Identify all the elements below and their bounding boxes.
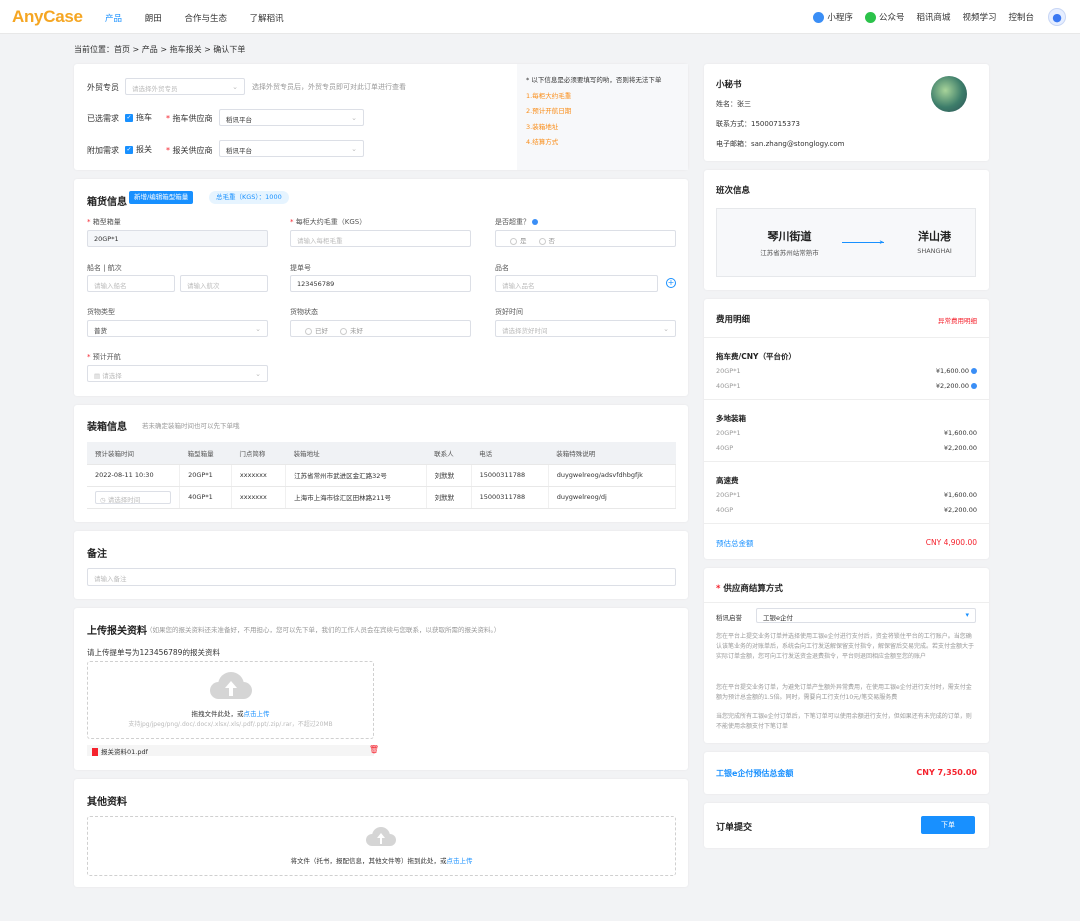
logo[interactable]: AnyCase xyxy=(12,7,83,27)
ship-name-input[interactable]: 请输入船名 xyxy=(87,275,175,292)
mall-link[interactable]: 稻讯商城 xyxy=(916,11,950,23)
remark-textarea[interactable]: 请输入备注 xyxy=(87,568,676,586)
box-info-card: 箱货信息 新增/编辑箱型箱量 总毛重（KGS）：1000 * 箱型箱量 20GP… xyxy=(74,179,688,396)
other-upload-link[interactable]: 点击上传 xyxy=(447,857,473,865)
uploaded-file-row[interactable]: 报关资料01.pdf 🗑 xyxy=(87,745,379,756)
chevron-down-icon: ⌄ xyxy=(351,114,357,122)
place-order-button[interactable]: 下单 xyxy=(921,816,975,834)
chevron-down-icon: ⌄ xyxy=(255,370,261,378)
radio-yes[interactable] xyxy=(510,237,517,245)
epay-total-value: CNY 7,350.00 xyxy=(916,768,977,777)
info-icon[interactable] xyxy=(971,383,977,389)
bl-number-input[interactable]: 123456789 xyxy=(290,275,471,292)
route-arrow-icon xyxy=(842,242,884,243)
mini-program-icon xyxy=(813,11,825,23)
console-link[interactable]: 控制台 xyxy=(1008,11,1034,23)
remark-card: 备注 请输入备注 xyxy=(74,531,688,599)
cargo-type-select[interactable]: 普货 ⌄ xyxy=(87,320,268,337)
upload-click-link[interactable]: 点击上传 xyxy=(244,710,270,718)
voyage-input[interactable]: 请输入航次 xyxy=(180,275,268,292)
cloud-upload-icon xyxy=(210,672,252,700)
radio-no[interactable] xyxy=(538,237,546,245)
trade-specialist-select[interactable]: 请选择外贸专员 ⌄ xyxy=(125,78,245,95)
box-type-input[interactable]: 20GP*1 xyxy=(87,230,268,247)
check-icon: ✓ xyxy=(125,145,133,154)
customs-supplier-select[interactable]: 稻讯平台 ⌄ xyxy=(219,140,364,157)
contact-avatar xyxy=(931,76,967,112)
check-icon: ✓ xyxy=(125,113,133,122)
main-nav: 产品 朗田 合作与生态 了解稻讯 xyxy=(105,12,304,24)
info-icon[interactable] xyxy=(971,368,977,374)
route-box: 琴川街道 江苏省苏州站常熟市 ➤ 洋山港 SHANGHAI xyxy=(716,208,976,277)
add-circle-icon[interactable]: + xyxy=(666,278,676,288)
other-files-card: 其他资料 将文件（托书，报配信息，其他文件等）拖到此处，或点击上传 xyxy=(74,779,688,887)
loading-table: 预计装箱时间 箱型箱量 门点简称 装箱地址 联系人 电话 装箱特殊说明 2022-08-11… xyxy=(87,442,677,509)
nav-about[interactable]: 了解稻讯 xyxy=(250,14,284,24)
truck-checkbox[interactable]: ✓ 拖车 xyxy=(125,112,152,123)
mini-program-link[interactable]: 小程序 xyxy=(813,11,853,23)
sail-date-picker[interactable]: ▤ 请选择 ⌄ xyxy=(87,365,268,382)
schedule-card: 班次信息 琴川街道 江苏省苏州站常熟市 ➤ 洋山港 SHANGHAI xyxy=(704,170,989,290)
cloud-upload-icon xyxy=(366,827,396,847)
nav-langtian[interactable]: 朗田 xyxy=(145,14,162,24)
estimated-total: CNY 4,900.00 xyxy=(925,538,977,547)
abnormal-fee-link[interactable]: 异常费用明细 xyxy=(938,315,977,325)
requirements-card: 外贸专员 请选择外贸专员 ⌄ 选择外贸专员后，外贸专员即可对此订单进行查看 已选需… xyxy=(74,64,688,170)
pdf-file-icon xyxy=(92,748,98,756)
breadcrumb-path[interactable]: 首页 > 产品 > 拖车报关 > 确认下单 xyxy=(114,45,245,54)
nav-ecosystem[interactable]: 合作与生态 xyxy=(184,14,227,24)
loading-title: 装箱信息 xyxy=(87,422,127,433)
chevron-down-icon: ⌄ xyxy=(255,325,261,333)
contact-card: 小秘书 姓名：张三 联系方式：15000715373 电子邮箱：san.zhan… xyxy=(704,64,989,161)
radio-ready[interactable] xyxy=(305,327,312,335)
ready-time-select[interactable]: 请选择货好时间 ⌄ xyxy=(495,320,676,337)
loading-info-card: 装箱信息 若未确定装箱时间也可以先下单哦 预计装箱时间 箱型箱量 门点简称 装箱地址联… xyxy=(74,405,688,522)
edit-box-button[interactable]: 新增/编辑箱型箱量 xyxy=(129,191,194,204)
other-dropzone[interactable]: 将文件（托书，报配信息，其他文件等）拖到此处，或点击上传 xyxy=(87,816,676,876)
fee-card: 费用明细 异常费用明细 拖车费/CNY（平台价） 20GP*1 ¥1,600.00… xyxy=(704,299,989,559)
box-title: 箱货信息 xyxy=(87,197,127,208)
breadcrumb: 当前位置：首页 > 产品 > 拖车报关 > 确认下单 xyxy=(74,45,246,54)
submit-card: 订单提交 下单 xyxy=(704,803,989,848)
weight-input[interactable]: 请输入每柜毛重 xyxy=(290,230,471,247)
overweight-radio-group: 是否 xyxy=(495,230,676,247)
settlement-card: * 供应商结算方式 稻讯启誉 工银e企付 ▾ 您在平台上提交业务订单并选择使用工银… xyxy=(704,568,989,743)
clock-icon: ◷ xyxy=(100,495,108,504)
payment-method-select[interactable]: 工银e企付 ▾ xyxy=(756,608,976,623)
required-notice: * 以下信息是必须要填写的哟，否则将无法下单 1.每柜大约毛重 2.预计开航日期… xyxy=(517,64,688,170)
calendar-icon: ▤ xyxy=(94,372,103,380)
upload-dropzone[interactable]: 拖拽文件此处，或点击上传 支持jpg/jpeg/png/.doc/.docx/.… xyxy=(87,661,374,739)
radio-not-ready[interactable] xyxy=(340,327,347,335)
cargo-status-radio-group: 已好 未好 xyxy=(290,320,471,337)
wechat-link[interactable]: 公众号 xyxy=(864,11,904,23)
wechat-icon xyxy=(864,11,876,23)
product-name-input[interactable]: 请输入品名 xyxy=(495,275,658,292)
customs-checkbox[interactable]: ✓ 报关 xyxy=(125,144,152,155)
nav-products[interactable]: 产品 xyxy=(105,14,122,24)
table-row: 2022-08-11 10:30 20GP*1 xxxxxxx 江苏省常州市武进区金汇… xyxy=(87,464,677,487)
table-row: ◷ 请选择时间 40GP*1 xxxxxxx 上海市上海市徐汇区田林路211号 刘默默… xyxy=(87,486,677,509)
header-right: 小程序 公众号 稻讯商城 视频学习 控制台 ● xyxy=(801,8,1066,26)
chevron-down-icon: ⌄ xyxy=(351,145,357,153)
top-header: AnyCase 产品 朗田 合作与生态 了解稻讯 小程序 公众号 稻讯商城 视频… xyxy=(0,0,1080,34)
epay-total-card: 工银e企付预估总金额 CNY 7,350.00 xyxy=(704,752,989,794)
total-weight-tag: 总毛重（KGS）：1000 xyxy=(209,191,289,204)
caret-down-icon: ▾ xyxy=(965,611,969,619)
loading-time-picker[interactable]: ◷ 请选择时间 xyxy=(95,490,172,504)
chevron-down-icon: ⌄ xyxy=(663,325,669,333)
info-icon xyxy=(532,219,538,225)
upload-card: 上传报关资料 （如果您的报关资料还未准备好，不用担心，您可以先下单，我们的工作人… xyxy=(74,608,688,770)
truck-supplier-select[interactable]: 稻讯平台 ⌄ xyxy=(219,109,364,126)
user-avatar[interactable]: ● xyxy=(1048,8,1066,26)
delete-icon[interactable]: 🗑 xyxy=(369,745,379,754)
chevron-down-icon: ⌄ xyxy=(232,83,238,91)
video-link[interactable]: 视频学习 xyxy=(962,11,996,23)
